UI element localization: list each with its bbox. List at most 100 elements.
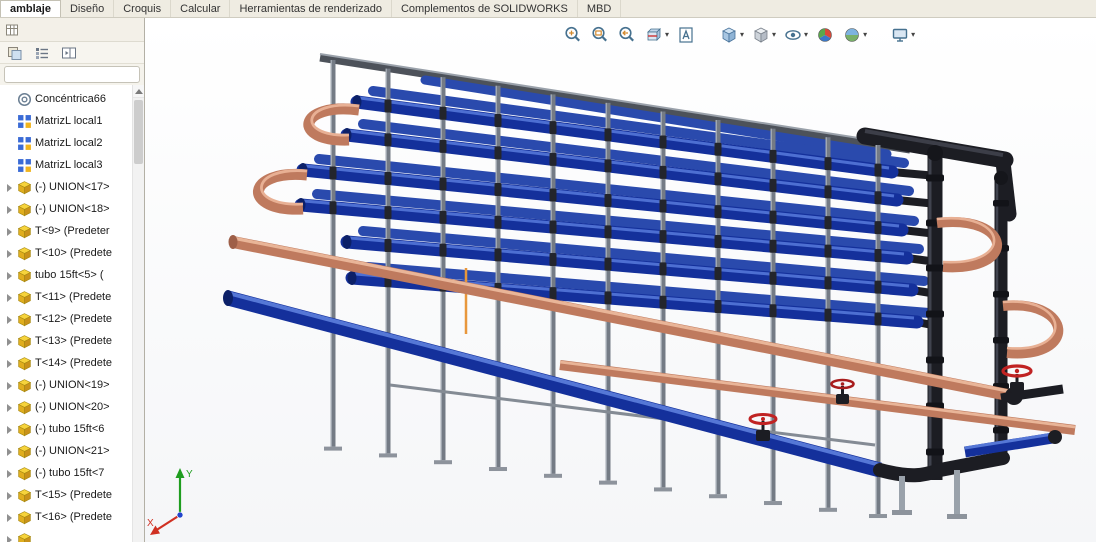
expand-arrow-icon[interactable] xyxy=(5,468,16,479)
part-icon xyxy=(17,312,32,327)
tree-item-label: (-) UNION<18> xyxy=(35,203,110,215)
expand-arrow-icon[interactable] xyxy=(5,292,16,303)
annotation-view-icon[interactable] xyxy=(676,25,696,45)
tree-item[interactable]: T<15> (Predete xyxy=(2,484,132,506)
tree-item-label: T<11> (Predete xyxy=(35,291,112,303)
tree-item[interactable]: T<12> (Predete xyxy=(2,308,132,330)
tree-scrollbar[interactable] xyxy=(132,85,144,542)
tab-calcular[interactable]: Calcular xyxy=(171,0,231,17)
expand-arrow-icon[interactable] xyxy=(5,314,16,325)
dropdown-caret-icon[interactable]: ▾ xyxy=(911,31,915,39)
tree-item[interactable]: (-) UNION<17> xyxy=(2,176,132,198)
part-icon xyxy=(17,378,32,393)
zoom-fit-icon[interactable] xyxy=(563,25,583,45)
feature-tree: Concéntrica66 MatrizL local1 MatrizL local… xyxy=(0,85,144,542)
tree-item[interactable]: MatrizL local1 xyxy=(2,110,132,132)
tree-item[interactable]: (-) tubo 15ft<6 xyxy=(2,418,132,440)
dropdown-caret-icon[interactable]: ▾ xyxy=(740,31,744,39)
expand-arrow-icon[interactable] xyxy=(5,248,16,259)
tab-amblaje[interactable]: amblaje xyxy=(0,0,61,17)
table-grid-icon[interactable] xyxy=(5,23,19,37)
command-tabs: amblaje Diseño Croquis Calcular Herramientas… xyxy=(0,0,1096,18)
tree-item[interactable]: (-) UNION<21> xyxy=(2,440,132,462)
tree-item[interactable]: (-) UNION<19> xyxy=(2,374,132,396)
tree-item[interactable]: T<13> (Predete xyxy=(2,330,132,352)
apply-scene-icon[interactable]: ▾ xyxy=(842,25,867,45)
tree-filter-input[interactable] xyxy=(5,70,139,85)
tree-item[interactable]: T<9> (Predeter xyxy=(2,220,132,242)
dropdown-caret-icon[interactable]: ▾ xyxy=(665,31,669,39)
y-axis-label: Y xyxy=(186,469,193,480)
expand-arrow-icon[interactable] xyxy=(5,204,16,215)
dropdown-caret-icon[interactable]: ▾ xyxy=(863,31,867,39)
part-icon xyxy=(17,224,32,239)
tree-item[interactable]: (-) tubo 15ft<7 xyxy=(2,462,132,484)
part-icon xyxy=(17,510,32,525)
mate-concentric-icon xyxy=(17,92,32,107)
expand-arrow-icon[interactable] xyxy=(5,380,16,391)
expand-arrow-icon[interactable] xyxy=(5,446,16,457)
expand-arrow-icon[interactable] xyxy=(5,182,16,193)
tree-item[interactable]: T<16> (Predete xyxy=(2,506,132,528)
scroll-up-button[interactable] xyxy=(133,85,144,98)
tree-item[interactable]: MatrizL local2 xyxy=(2,132,132,154)
tree-item[interactable]: MatrizL local3 xyxy=(2,154,132,176)
scroll-thumb[interactable] xyxy=(134,100,143,164)
dropdown-caret-icon[interactable]: ▾ xyxy=(804,31,808,39)
tree-item[interactable]: (-) UNION<18> xyxy=(2,198,132,220)
tab-dise-o[interactable]: Diseño xyxy=(61,0,115,17)
tree-item[interactable]: T<11> (Predete xyxy=(2,286,132,308)
tree-item-label: Concéntrica66 xyxy=(35,93,106,105)
tree-item[interactable] xyxy=(2,528,132,542)
tree-item[interactable]: T<10> (Predete xyxy=(2,242,132,264)
display-style-icon[interactable]: ▾ xyxy=(751,25,776,45)
edit-appearance-icon[interactable] xyxy=(815,25,835,45)
panel-top-strip xyxy=(0,18,144,42)
tree-display-icon[interactable] xyxy=(34,45,50,61)
expand-arrow-icon[interactable] xyxy=(5,336,16,347)
feature-manager-panel: Concéntrica66 MatrizL local1 MatrizL local… xyxy=(0,18,145,542)
view-settings-icon[interactable]: ▾ xyxy=(890,25,915,45)
tree-filter-row xyxy=(4,66,140,85)
expand-arrow-icon[interactable] xyxy=(5,490,16,501)
expand-arrow-icon[interactable] xyxy=(5,424,16,435)
feature-tree-tab-icon[interactable] xyxy=(7,45,23,61)
tree-item[interactable]: Concéntrica66 xyxy=(2,88,132,110)
expand-arrow-icon[interactable] xyxy=(5,226,16,237)
orientation-triad: Y X xyxy=(147,468,193,535)
previous-view-icon[interactable] xyxy=(617,25,637,45)
tree-item-label: T<13> (Predete xyxy=(35,335,113,347)
section-view-icon[interactable]: ▾ xyxy=(644,25,669,45)
expand-arrow-icon[interactable] xyxy=(5,270,16,281)
tab-herramientas-de-renderizado[interactable]: Herramientas de renderizado xyxy=(230,0,392,17)
expand-arrow-icon[interactable] xyxy=(5,358,16,369)
linear-pattern-icon xyxy=(17,114,32,129)
expand-arrow-icon[interactable] xyxy=(5,512,16,523)
manifold-pipes[interactable] xyxy=(926,145,1009,480)
tab-croquis[interactable]: Croquis xyxy=(114,0,172,17)
tree-item-label: MatrizL local3 xyxy=(35,159,103,171)
dropdown-caret-icon[interactable]: ▾ xyxy=(772,31,776,39)
main-area: Concéntrica66 MatrizL local1 MatrizL local… xyxy=(0,18,1096,542)
part-icon xyxy=(17,400,32,415)
expand-arrow-icon[interactable] xyxy=(5,534,16,542)
tree-item[interactable]: (-) UNION<20> xyxy=(2,396,132,418)
display-pane-icon[interactable] xyxy=(61,45,77,61)
tab-mbd[interactable]: MBD xyxy=(578,0,622,17)
tree-item[interactable]: tubo 15ft<5> ( xyxy=(2,264,132,286)
tab-complementos-de-solidworks[interactable]: Complementos de SOLIDWORKS xyxy=(392,0,578,17)
expand-arrow-icon[interactable] xyxy=(5,402,16,413)
valve[interactable] xyxy=(1000,364,1064,403)
tree-item[interactable]: T<14> (Predete xyxy=(2,352,132,374)
zoom-area-icon[interactable] xyxy=(590,25,610,45)
part-icon xyxy=(17,356,32,371)
view-orientation-icon[interactable]: ▾ xyxy=(719,25,744,45)
hide-show-items-icon[interactable]: ▾ xyxy=(783,25,808,45)
linear-pattern-icon xyxy=(17,158,32,173)
model-canvas[interactable]: Y X xyxy=(145,18,1096,542)
blue-pipe-rows[interactable] xyxy=(294,75,938,330)
tree-item-label: T<16> (Predete xyxy=(35,511,113,523)
graphics-viewport[interactable]: Y X ▾ ▾ ▾ ▾ ▾ ▾ xyxy=(145,18,1096,542)
